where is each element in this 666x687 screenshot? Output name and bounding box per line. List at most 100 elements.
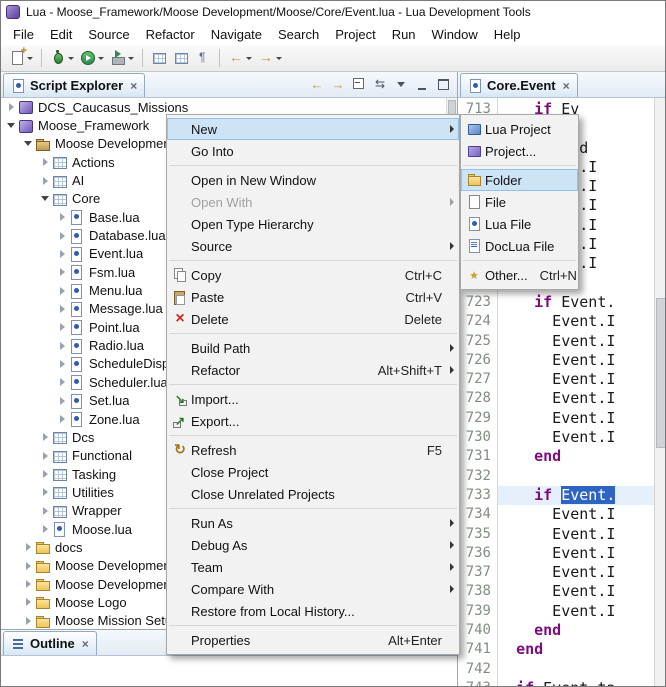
editor-scrollbar[interactable]: [654, 98, 666, 687]
expand-arrow-icon[interactable]: [39, 177, 51, 185]
expand-arrow-icon[interactable]: [39, 470, 51, 478]
external-tools-button[interactable]: [107, 47, 137, 69]
menu-item-go-into[interactable]: Go Into: [167, 140, 459, 162]
menu-item-label: Copy: [191, 268, 221, 283]
menu-item-delete[interactable]: DeleteDelete: [167, 308, 459, 330]
menu-item-paste[interactable]: PasteCtrl+V: [167, 286, 459, 308]
menubar-item-refactor[interactable]: Refactor: [138, 25, 203, 44]
close-icon[interactable]: ×: [563, 81, 570, 91]
menu-item-build-path[interactable]: Build Path: [167, 337, 459, 359]
menu-item-properties[interactable]: PropertiesAlt+Enter: [167, 629, 459, 651]
minimize-icon[interactable]: [414, 76, 430, 92]
maximize-icon[interactable]: [435, 76, 451, 92]
close-icon[interactable]: ×: [130, 81, 137, 91]
expand-arrow-icon[interactable]: [56, 305, 68, 313]
menu-item-restore-from-local-history[interactable]: Restore from Local History...: [167, 600, 459, 622]
expand-arrow-icon[interactable]: [39, 452, 51, 460]
menubar-item-help[interactable]: Help: [486, 25, 529, 44]
expand-arrow-icon[interactable]: [56, 342, 68, 350]
menubar-item-search[interactable]: Search: [270, 25, 327, 44]
menu-item-doclua-file[interactable]: DocLua File: [461, 235, 578, 257]
menu-item-lua-project[interactable]: Lua Project: [461, 118, 578, 140]
debug-button[interactable]: [47, 47, 77, 69]
collapse-arrow-icon[interactable]: [39, 196, 51, 201]
view-menu-icon[interactable]: [393, 76, 409, 92]
menu-item-team[interactable]: Team: [167, 556, 459, 578]
forward-icon[interactable]: →: [330, 76, 346, 92]
line-number: 723: [458, 293, 491, 312]
menu-item-open-type-hierarchy[interactable]: Open Type Hierarchy: [167, 213, 459, 235]
expand-arrow-icon[interactable]: [56, 360, 68, 368]
menu-item-lua-file[interactable]: Lua File: [461, 213, 578, 235]
menu-item-other[interactable]: Other...Ctrl+N: [461, 264, 578, 286]
expand-arrow-icon[interactable]: [56, 268, 68, 276]
expand-arrow-icon[interactable]: [56, 415, 68, 423]
grid-button[interactable]: [170, 47, 192, 69]
expand-arrow-icon[interactable]: [39, 433, 51, 441]
back-button[interactable]: [225, 47, 255, 69]
menu-item-source[interactable]: Source: [167, 235, 459, 257]
menu-item-close-project[interactable]: Close Project: [167, 461, 459, 483]
expand-arrow-icon[interactable]: [56, 232, 68, 240]
expand-arrow-icon[interactable]: [56, 213, 68, 221]
menu-item-import[interactable]: Import...: [167, 388, 459, 410]
scrollbar-thumb[interactable]: [656, 298, 666, 448]
menu-item-open-in-new-window[interactable]: Open in New Window: [167, 169, 459, 191]
application-window: Lua - Moose_Framework/Moose Development/…: [0, 0, 666, 687]
expand-arrow-icon[interactable]: [39, 507, 51, 515]
dropdown-caret-icon[interactable]: [68, 57, 74, 60]
new-wizard-button[interactable]: [6, 47, 36, 69]
menubar-item-run[interactable]: Run: [384, 25, 424, 44]
menu-item-refresh[interactable]: RefreshF5: [167, 439, 459, 461]
dropdown-caret-icon[interactable]: [98, 57, 104, 60]
expand-arrow-icon[interactable]: [39, 158, 51, 166]
menu-item-project[interactable]: Project...: [461, 140, 578, 162]
expand-arrow-icon[interactable]: [56, 287, 68, 295]
expand-arrow-icon[interactable]: [22, 580, 34, 588]
forward-button[interactable]: [255, 47, 285, 69]
dropdown-caret-icon[interactable]: [27, 57, 33, 60]
menu-item-debug-as[interactable]: Debug As: [167, 534, 459, 556]
expand-arrow-icon[interactable]: [22, 598, 34, 606]
menubar-item-edit[interactable]: Edit: [42, 25, 80, 44]
dropdown-caret-icon[interactable]: [128, 57, 134, 60]
script-explorer-tab[interactable]: Script Explorer ×: [3, 73, 145, 97]
collapse-arrow-icon[interactable]: [5, 123, 17, 128]
collapse-arrow-icon[interactable]: [22, 141, 34, 146]
table-button[interactable]: [148, 47, 170, 69]
menubar-item-source[interactable]: Source: [80, 25, 137, 44]
expand-arrow-icon[interactable]: [56, 250, 68, 258]
editor-tab-core-event[interactable]: Core.Event ×: [460, 73, 578, 97]
menu-item-new[interactable]: New: [167, 118, 459, 140]
expand-arrow-icon[interactable]: [39, 488, 51, 496]
outline-tab[interactable]: Outline ×: [3, 631, 97, 655]
menu-item-export[interactable]: Export...: [167, 410, 459, 432]
menu-item-copy[interactable]: CopyCtrl+C: [167, 264, 459, 286]
expand-arrow-icon[interactable]: [22, 562, 34, 570]
run-button[interactable]: [77, 47, 107, 69]
expand-arrow-icon[interactable]: [5, 103, 17, 111]
menubar-item-project[interactable]: Project: [327, 25, 383, 44]
menu-item-refactor[interactable]: RefactorAlt+Shift+T: [167, 359, 459, 381]
link-with-editor-icon[interactable]: ⇆: [372, 76, 388, 92]
expand-arrow-icon[interactable]: [22, 543, 34, 551]
pilcrow-button[interactable]: [192, 47, 214, 69]
close-icon[interactable]: ×: [82, 639, 89, 649]
expand-arrow-icon[interactable]: [22, 617, 34, 625]
dropdown-caret-icon[interactable]: [276, 57, 282, 60]
menu-item-folder[interactable]: Folder: [461, 169, 578, 191]
back-icon[interactable]: ←: [309, 76, 325, 92]
menu-item-compare-with[interactable]: Compare With: [167, 578, 459, 600]
collapse-all-icon[interactable]: [351, 76, 367, 92]
menu-item-run-as[interactable]: Run As: [167, 512, 459, 534]
menubar-item-file[interactable]: File: [5, 25, 42, 44]
expand-arrow-icon[interactable]: [56, 397, 68, 405]
expand-arrow-icon[interactable]: [56, 323, 68, 331]
expand-arrow-icon[interactable]: [39, 525, 51, 533]
expand-arrow-icon[interactable]: [56, 378, 68, 386]
dropdown-caret-icon[interactable]: [246, 57, 252, 60]
menu-item-file[interactable]: File: [461, 191, 578, 213]
menubar-item-navigate[interactable]: Navigate: [203, 25, 270, 44]
menubar-item-window[interactable]: Window: [424, 25, 486, 44]
menu-item-close-unrelated-projects[interactable]: Close Unrelated Projects: [167, 483, 459, 505]
